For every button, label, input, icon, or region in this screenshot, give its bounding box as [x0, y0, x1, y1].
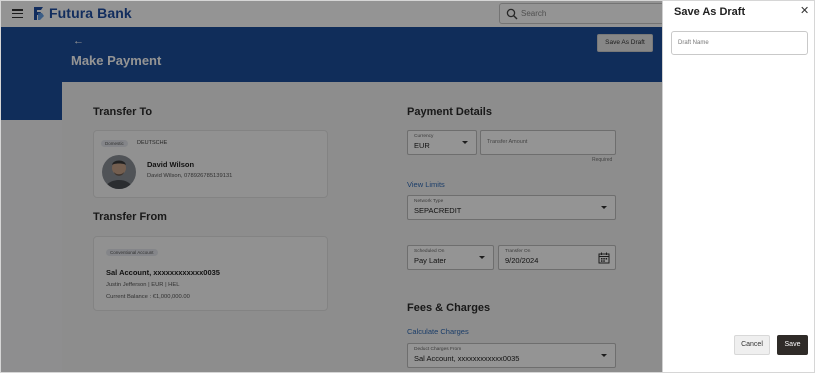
- modal-backdrop[interactable]: [1, 1, 662, 372]
- close-icon[interactable]: ✕: [800, 5, 809, 17]
- save-button[interactable]: Save: [777, 335, 808, 355]
- cancel-button[interactable]: Cancel: [734, 335, 770, 355]
- draft-name-placeholder: Draft Name: [678, 40, 709, 46]
- save-as-draft-panel: Save As Draft ✕ Draft Name Cancel Save: [662, 1, 814, 372]
- panel-title: Save As Draft: [674, 6, 746, 18]
- draft-name-input[interactable]: Draft Name: [671, 31, 808, 55]
- app-window: Futura Bank Search ← Make Payment Save A…: [0, 0, 815, 373]
